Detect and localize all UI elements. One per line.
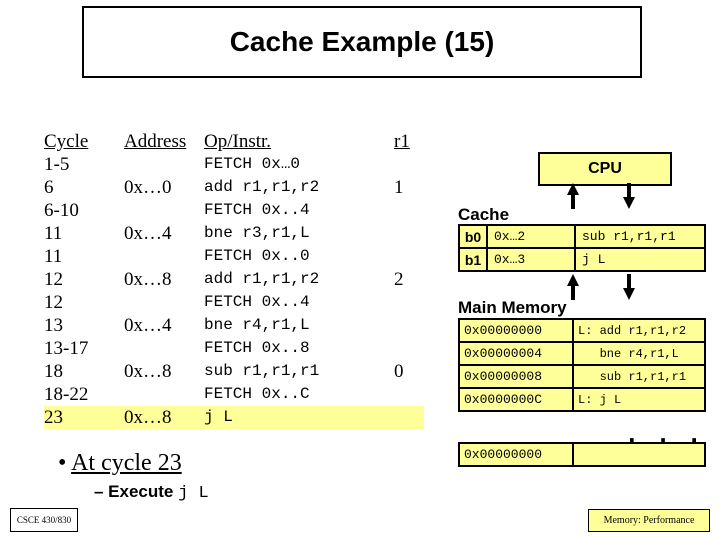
table-row: 130x…4bne r4,r1,L bbox=[44, 314, 424, 337]
cache-block-id: b1 bbox=[460, 249, 488, 270]
table-row: 11FETCH 0x..0 bbox=[44, 245, 424, 268]
table-row: 6-10FETCH 0x..4 bbox=[44, 199, 424, 222]
bullet-at-cycle: • At cycle 23 bbox=[58, 450, 182, 477]
cache-block: b0 0x…2 sub r1,r1,r1 b1 0x…3 j L bbox=[458, 226, 706, 272]
col-op: Op/Instr. bbox=[204, 130, 394, 153]
cache-row: b0 0x…2 sub r1,r1,r1 bbox=[458, 224, 706, 249]
cache-memory-arrows-icon bbox=[561, 274, 645, 300]
cache-row: b1 0x…3 j L bbox=[458, 247, 706, 272]
col-address: Address bbox=[124, 130, 204, 153]
main-memory-label: Main Memory bbox=[458, 298, 567, 318]
table-row-current: 230x…8j L bbox=[44, 406, 424, 429]
sub-execute: – Execute j L bbox=[94, 482, 209, 503]
cache-instr: sub r1,r1,r1 bbox=[576, 226, 704, 247]
table-row: 120x…8add r1,r1,r22 bbox=[44, 268, 424, 291]
table-row: 18-22FETCH 0x..C bbox=[44, 383, 424, 406]
title-box: Cache Example (15) bbox=[82, 6, 642, 78]
cache-tag: 0x…2 bbox=[488, 226, 576, 247]
table-row: 12FETCH 0x..4 bbox=[44, 291, 424, 314]
table-row: 180x…8sub r1,r1,r10 bbox=[44, 360, 424, 383]
memory-row: 0x0000000CL: j L bbox=[458, 387, 706, 412]
cache-instr: j L bbox=[576, 249, 704, 270]
cpu-box: CPU bbox=[538, 152, 672, 186]
table-row: 110x…4bne r3,r1,L bbox=[44, 222, 424, 245]
table-row: 13-17FETCH 0x..8 bbox=[44, 337, 424, 360]
ellipsis-icon: . . . bbox=[624, 420, 702, 450]
memory-row: 0x00000004 bne r4,r1,L bbox=[458, 341, 706, 366]
cache-label: Cache bbox=[458, 205, 509, 225]
footer-topic: Memory: Performance bbox=[588, 509, 710, 532]
cache-tag: 0x…3 bbox=[488, 249, 576, 270]
cache-block-id: b0 bbox=[460, 226, 488, 247]
memory-row: 0x00000000L: add r1,r1,r2 bbox=[458, 318, 706, 343]
table-row: 1-5FETCH 0x…0 bbox=[44, 153, 424, 176]
slide-title: Cache Example (15) bbox=[230, 26, 495, 58]
memory-row: 0x00000008 sub r1,r1,r1 bbox=[458, 364, 706, 389]
footer-course: CSCE 430/830 bbox=[10, 508, 78, 532]
table-row: 60x…0add r1,r1,r21 bbox=[44, 176, 424, 199]
col-r1: r1 bbox=[394, 130, 424, 153]
col-cycle: Cycle bbox=[44, 130, 124, 153]
table-header: Cycle Address Op/Instr. r1 bbox=[44, 130, 424, 153]
cycle-table: Cycle Address Op/Instr. r1 1-5FETCH 0x…0… bbox=[44, 130, 424, 429]
cpu-cache-arrows-icon bbox=[561, 183, 645, 209]
